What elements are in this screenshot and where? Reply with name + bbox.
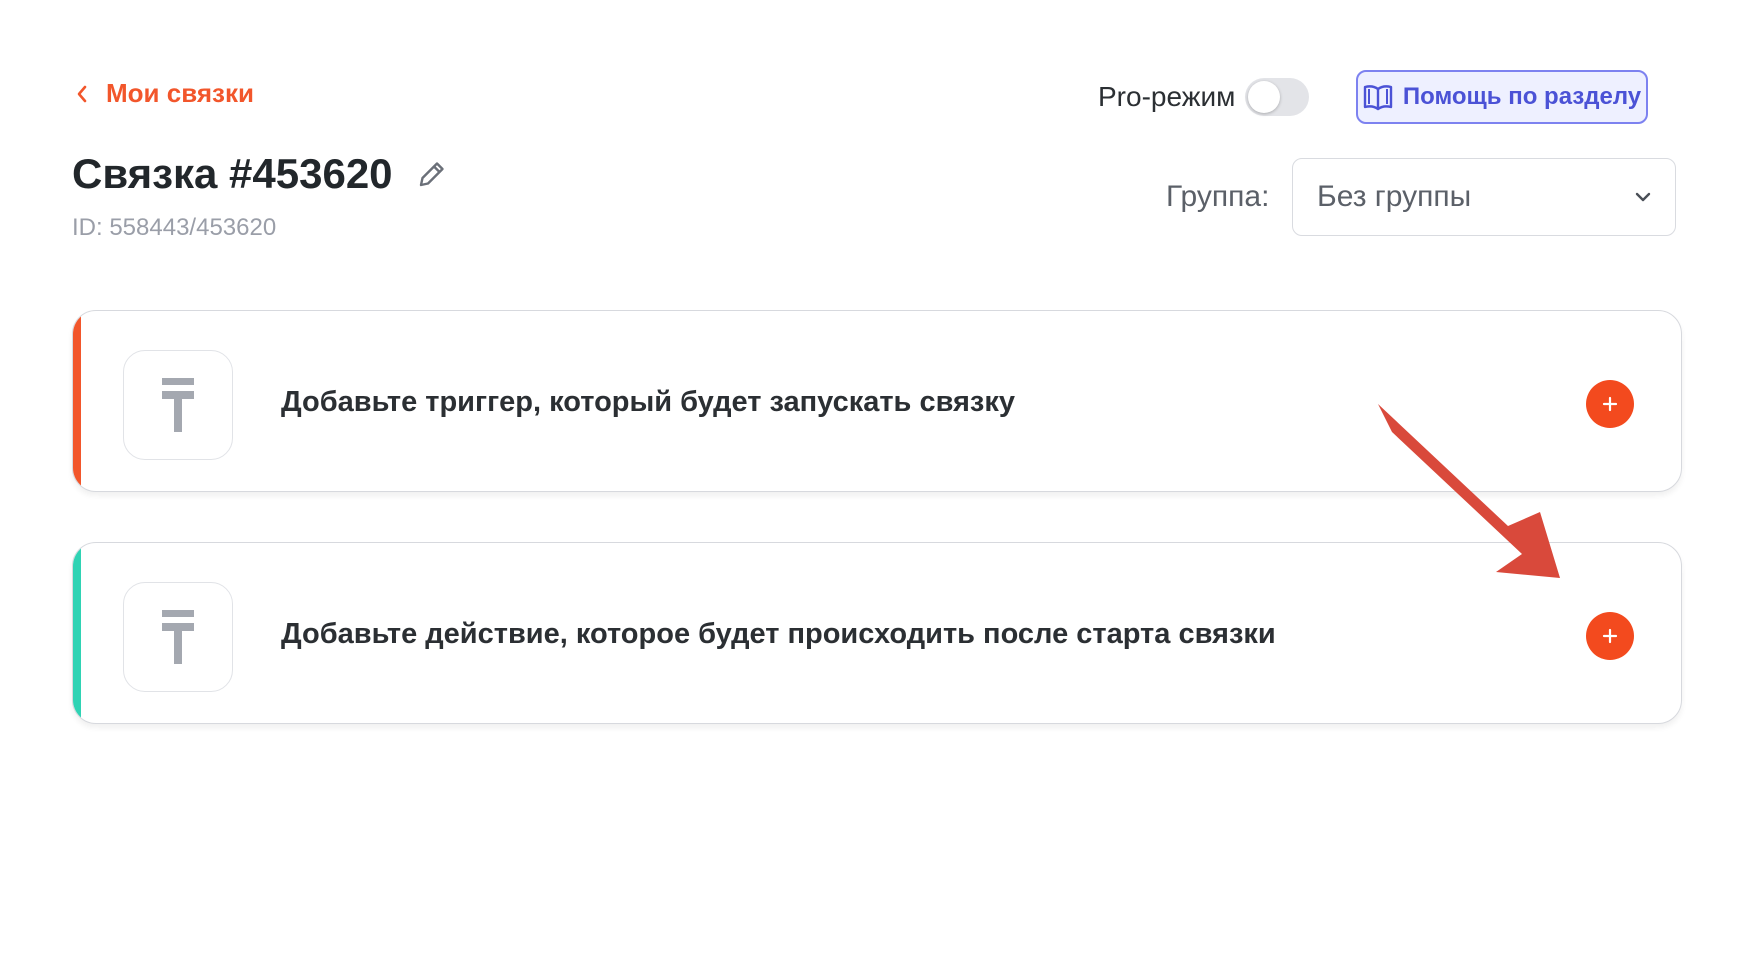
help-button-label: Помощь по разделу: [1402, 83, 1642, 110]
step-accent-bar: [73, 543, 81, 723]
bundle-editor-page: Мои связки Pro-режим Помощь по разделу С…: [0, 0, 1751, 954]
plus-icon: [1602, 396, 1618, 412]
step-card-trigger: Добавьте триггер, который будет запускат…: [72, 310, 1682, 492]
plus-icon: [1602, 628, 1618, 644]
group-label: Группа:: [1166, 180, 1270, 213]
help-button[interactable]: Помощь по разделу: [1356, 70, 1648, 124]
chevron-left-icon: [77, 85, 87, 102]
pro-mode-label: Pro-режим: [1098, 81, 1236, 112]
title-row: Связка #453620: [72, 150, 447, 198]
step-card-text: Добавьте триггер, который будет запускат…: [281, 385, 1015, 418]
step-card-action: Добавьте действие, которое будет происхо…: [72, 542, 1682, 724]
page-title: Связка #453620: [72, 150, 393, 197]
add-action-button[interactable]: [1586, 612, 1634, 660]
app-placeholder[interactable]: [123, 350, 233, 460]
app-placeholder-icon: [162, 610, 194, 664]
step-card-text: Добавьте действие, которое будет происхо…: [281, 617, 1276, 650]
pencil-icon[interactable]: [417, 159, 447, 189]
back-link[interactable]: Мои связки: [76, 78, 254, 109]
step-accent-bar: [73, 311, 81, 491]
pro-mode-toggle[interactable]: [1245, 78, 1310, 116]
group-select[interactable]: Без группы: [1292, 158, 1676, 236]
pro-mode-control: Pro-режим: [1098, 78, 1310, 116]
add-trigger-button[interactable]: [1586, 380, 1634, 428]
book-icon: [1363, 85, 1393, 111]
toggle-knob: [1248, 81, 1281, 113]
back-link-label: Мои связки: [106, 78, 254, 108]
app-placeholder[interactable]: [123, 582, 233, 692]
group-select-value: Без группы: [1317, 180, 1472, 213]
chevron-down-icon: [1635, 192, 1651, 202]
app-placeholder-icon: [162, 378, 194, 432]
bundle-id: ID: 558443/453620: [72, 214, 277, 241]
